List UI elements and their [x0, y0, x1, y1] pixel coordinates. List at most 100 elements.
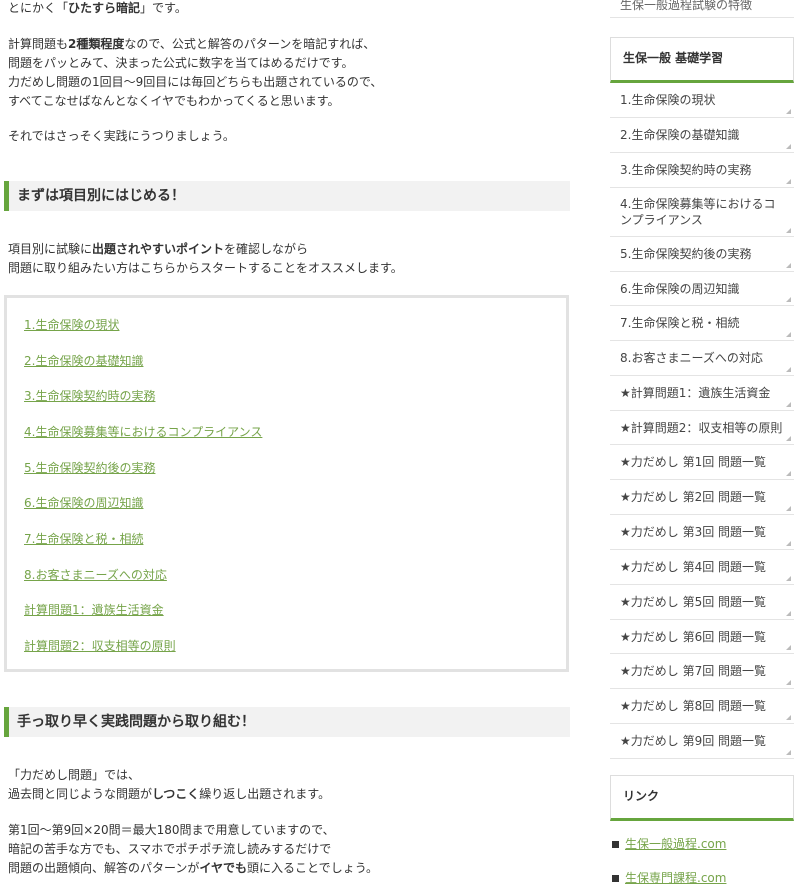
content-link-8[interactable]: 8.お客さまニーズへの対応 — [24, 567, 167, 583]
topic-link-box: 1.生命保険の現状 2.生命保険の基礎知識 3.生命保険契約時の実務 4.生命保… — [4, 295, 569, 672]
sidebar-link-row-2: 生保専門課程.com — [612, 870, 726, 886]
text: 過去問と同じような問題が — [8, 787, 153, 801]
sidebar-item-6[interactable]: 6.生命保険の周辺知識 — [610, 272, 794, 306]
corner-arrow-icon — [786, 645, 791, 650]
sidebar-item-label: ★計算問題2：収支相等の原則 — [620, 420, 783, 435]
sidebar-item-practice-7[interactable]: ★力だめし 第7回 問題一覧 — [610, 654, 794, 689]
content-link-3[interactable]: 3.生命保険契約時の実務 — [24, 388, 155, 404]
sidebar-link-row-1: 生保一般過程.com — [612, 836, 726, 852]
sidebar-item-4[interactable]: 4.生命保険募集等におけるコンプライアンス — [610, 188, 794, 237]
sidebar-item-label: 5.生命保険契約後の実務 — [620, 247, 752, 261]
intro-line: 力だめし問題の1回目～9回目には毎回どちらも出題されているので、 — [8, 75, 383, 89]
sidebar-item-calc-2[interactable]: ★計算問題2：収支相等の原則 — [610, 411, 794, 445]
text: とにかく「 — [8, 1, 69, 15]
content-link-5[interactable]: 5.生命保険契約後の実務 — [24, 460, 155, 476]
sidebar-item-label: ★力だめし 第8回 問題一覧 — [620, 699, 767, 713]
corner-arrow-icon — [786, 332, 791, 337]
sidebar-item-2[interactable]: 2.生命保険の基礎知識 — [610, 118, 794, 153]
sidebar-item-label: 1.生命保険の現状 — [620, 93, 716, 107]
section-heading-itemized: まずは項目別にはじめる！ — [4, 181, 570, 211]
corner-arrow-icon — [786, 144, 791, 149]
text: なので、公式と解答のパターンを暗記すれば、 — [124, 37, 376, 51]
sidebar-item-label: ★力だめし 第2回 問題一覧 — [620, 490, 767, 504]
sidebar-item-label: ★計算問題1：遺族生活資金 — [620, 386, 771, 400]
bold-text: イヤでも — [199, 861, 248, 875]
corner-arrow-icon — [786, 228, 791, 233]
widget-title-basics: 生保一般 基礎学習 — [610, 37, 794, 83]
corner-arrow-icon — [786, 611, 791, 616]
sidebar-item-label: ★力だめし 第6回 問題一覧 — [620, 629, 767, 644]
corner-arrow-icon — [786, 263, 791, 268]
sidebar-item-label: ★力だめし 第3回 問題一覧 — [620, 525, 767, 539]
content-link-4[interactable]: 4.生命保険募集等におけるコンプライアンス — [24, 424, 262, 440]
corner-arrow-icon — [786, 715, 791, 720]
sidebar-item-1[interactable]: 1.生命保険の現状 — [610, 83, 794, 118]
sidebar-item-label: 3.生命保険契約時の実務 — [620, 163, 752, 177]
corner-arrow-icon — [786, 576, 791, 581]
sidebar-item-7[interactable]: 7.生命保険と税・相続 — [610, 306, 794, 341]
section1-description: 項目別に試験に出題されやすいポイントを確認しながら 問題に取り組みたい方はこちら… — [8, 240, 403, 278]
intro-line: 計算問題も2種類程度なので、公式と解答のパターンを暗記すれば、 — [8, 35, 382, 54]
intro-line: 問題をパッとみて、決まった公式に数字を当てはめるだけです。 — [8, 56, 354, 70]
corner-arrow-icon — [786, 506, 791, 511]
intro-line: とにかく「ひたすら暗記」です。 — [8, 0, 187, 18]
text: 繰り返し出題されます。 — [199, 787, 331, 801]
sidebar-item-overview[interactable]: 生保一般過程試験の特徴 — [610, 0, 794, 18]
sidebar-item-label: ★力だめし 第5回 問題一覧 — [620, 595, 767, 609]
section2-line: 暗記の苦手な方でも、スマホでポチポチ流し読みするだけで — [8, 842, 332, 856]
sidebar-item-3[interactable]: 3.生命保険契約時の実務 — [610, 153, 794, 188]
sidebar-item-label: ★力だめし 第4回 問題一覧 — [620, 560, 767, 574]
sidebar-item-label: ★力だめし 第9回 問題一覧 — [620, 734, 767, 748]
intro-line: すべてこなせばなんとなくイヤでもわかってくると思います。 — [8, 94, 340, 108]
sidebar-item-label: 2.生命保険の基礎知識 — [620, 128, 740, 142]
corner-arrow-icon — [786, 179, 791, 184]
intro-paragraph-2: 計算問題も2種類程度なので、公式と解答のパターンを暗記すれば、 問題をパッとみて… — [8, 35, 382, 111]
sidebar-item-practice-9[interactable]: ★力だめし 第9回 問題一覧 — [610, 724, 794, 759]
section1-line: 問題に取り組みたい方はこちらからスタートすることをオススメします。 — [8, 261, 403, 275]
intro-paragraph-1: とにかく「ひたすら暗記」です。 — [8, 0, 187, 18]
sidebar-item-practice-8[interactable]: ★力だめし 第8回 問題一覧 — [610, 689, 794, 724]
sidebar-item-practice-3[interactable]: ★力だめし 第3回 問題一覧 — [610, 515, 794, 550]
sidebar-item-label: ★力だめし 第7回 問題一覧 — [620, 664, 767, 678]
bold-text: 出題されやすいポイント — [92, 242, 225, 256]
sidebar-item-practice-1[interactable]: ★力だめし 第1回 問題一覧 — [610, 445, 794, 480]
sidebar-item-practice-5[interactable]: ★力だめし 第5回 問題一覧 — [610, 585, 794, 620]
sidebar-link-specialized[interactable]: 生保専門課程.com — [625, 871, 726, 885]
text: を確認しながら — [224, 242, 309, 256]
section-heading-practice: 手っ取り早く実践問題から取り組む！ — [4, 707, 570, 737]
content-link-6[interactable]: 6.生命保険の周辺知識 — [24, 495, 143, 511]
content-link-9[interactable]: 計算問題1：遺族生活資金 — [24, 602, 164, 618]
corner-arrow-icon — [786, 471, 791, 476]
section2-paragraph-2: 第1回～第9回×20問＝最大180問まで用意していますので、 暗記の苦手な方でも… — [8, 821, 378, 878]
sidebar-item-label: 生保一般過程試験の特徴 — [620, 0, 753, 12]
sidebar-item-8[interactable]: 8.お客さまニーズへの対応 — [610, 341, 794, 376]
text: 項目別に試験に — [8, 242, 93, 256]
intro-paragraph-3: それではさっそく実践にうつりましょう。 — [8, 127, 235, 146]
sidebar-item-practice-6[interactable]: ★力だめし 第6回 問題一覧 — [610, 620, 794, 654]
content-link-1[interactable]: 1.生命保険の現状 — [24, 317, 119, 333]
sidebar-item-practice-4[interactable]: ★力だめし 第4回 問題一覧 — [610, 550, 794, 585]
intro-line: それではさっそく実践にうつりましょう。 — [8, 129, 235, 143]
corner-arrow-icon — [786, 750, 791, 755]
sidebar-link-general[interactable]: 生保一般過程.com — [625, 837, 726, 851]
square-bullet-icon — [612, 841, 619, 848]
sidebar-item-calc-1[interactable]: ★計算問題1：遺族生活資金 — [610, 376, 794, 411]
section2-paragraph-1: 「力だめし問題」では、 過去問と同じような問題がしつこく繰り返し出題されます。 — [8, 766, 330, 804]
section2-line: 第1回～第9回×20問＝最大180問まで用意していますので、 — [8, 823, 335, 837]
content-link-7[interactable]: 7.生命保険と税・相続 — [24, 531, 143, 547]
sidebar-item-label: 8.お客さまニーズへの対応 — [620, 351, 763, 365]
corner-arrow-icon — [786, 367, 791, 372]
corner-arrow-icon — [786, 436, 791, 441]
sidebar-item-label: 7.生命保険と税・相続 — [620, 316, 740, 330]
content-link-2[interactable]: 2.生命保険の基礎知識 — [24, 353, 143, 369]
content-link-10[interactable]: 計算問題2：収支相等の原則 — [24, 638, 176, 654]
text: 問題の出題傾向、解答のパターンが — [8, 861, 200, 875]
corner-arrow-icon — [786, 297, 791, 302]
sidebar-item-practice-2[interactable]: ★力だめし 第2回 問題一覧 — [610, 480, 794, 515]
text: 計算問題も — [8, 37, 69, 51]
sidebar-item-label: ★力だめし 第1回 問題一覧 — [620, 455, 767, 469]
corner-arrow-icon — [786, 402, 791, 407]
section2-line: 問題の出題傾向、解答のパターンがイヤでも頭に入ることでしょう。 — [8, 859, 378, 878]
sidebar-item-5[interactable]: 5.生命保険契約後の実務 — [610, 237, 794, 272]
corner-arrow-icon — [786, 109, 791, 114]
